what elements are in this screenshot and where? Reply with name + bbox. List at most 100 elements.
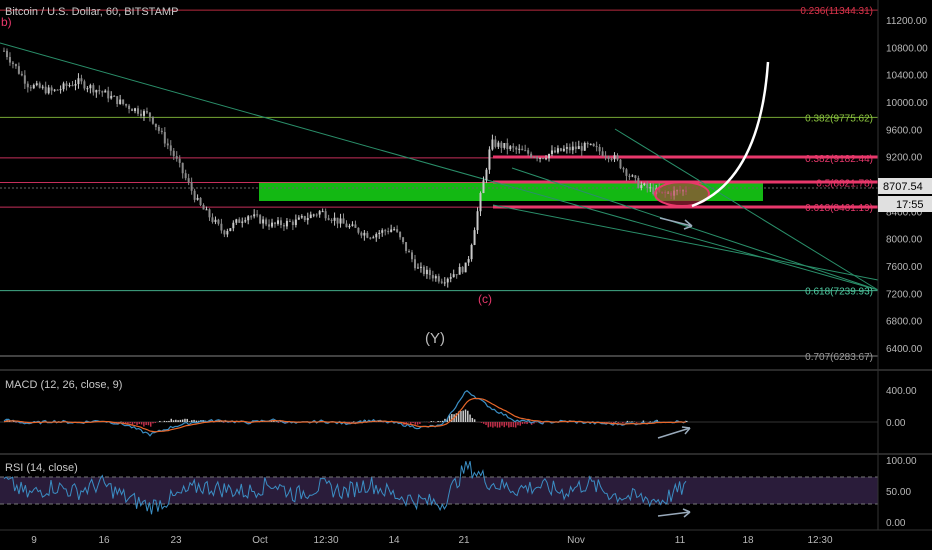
candle-body [86, 88, 89, 90]
macd-hist-bar [181, 419, 184, 422]
candle-body [17, 66, 20, 74]
candle-body [449, 277, 452, 279]
candle-body [23, 75, 26, 84]
candle-body [595, 146, 598, 148]
candle-body [312, 214, 315, 216]
candle-body [208, 209, 211, 218]
rsi-tick-100: 100.00 [886, 456, 917, 467]
macd-hist-bar [617, 422, 620, 423]
macd-hist-bar [492, 422, 494, 428]
candle-body [8, 57, 11, 63]
macd-hist-bar [464, 409, 467, 422]
macd-hist-bar [131, 422, 134, 425]
macd-hist-bar [615, 421, 617, 422]
candle-body [646, 183, 649, 189]
candle-body [467, 259, 470, 263]
candle-body [128, 105, 131, 110]
candle-body [616, 155, 619, 160]
candle-body [607, 156, 610, 159]
candle-body [131, 109, 134, 112]
candle-body [259, 215, 262, 224]
candle-body [220, 223, 223, 231]
candle-body [443, 282, 446, 284]
candle-body [589, 143, 592, 145]
candle-body [300, 216, 303, 218]
chart-canvas[interactable]: 11200.00 10800.00 10400.00 10000.00 9600.00 9… [0, 0, 932, 550]
time-tick-label: 21 [458, 535, 470, 546]
candle-body [247, 216, 250, 221]
candle-body [92, 85, 95, 93]
candle-body [354, 224, 357, 228]
price-tick-label: 6400.00 [886, 344, 923, 355]
candle-body [425, 269, 428, 275]
macd-hist-bar [437, 420, 439, 422]
macd-hist-bar [412, 422, 414, 424]
price-tick-label: 11200.00 [886, 16, 927, 27]
candle-body [422, 266, 425, 275]
time-tick-label: Nov [567, 535, 585, 546]
candle-body [253, 214, 256, 217]
candle-body [357, 227, 360, 233]
macd-hist-bar [610, 422, 613, 423]
candle-body [125, 103, 128, 106]
fib-label: 0.618(7239.93) [805, 287, 873, 298]
candle-body [77, 78, 80, 85]
candle-body [178, 158, 181, 163]
candle-body [32, 85, 35, 89]
candle-body [53, 89, 56, 91]
candle-body [652, 187, 655, 195]
candle-body [452, 274, 455, 278]
candle-body [41, 86, 44, 88]
candle-body [160, 130, 163, 133]
candle-body [238, 219, 241, 223]
macd-hist-bar [498, 422, 501, 428]
candle-body [262, 219, 265, 224]
candle-body [181, 162, 184, 174]
macd-hist-bar [482, 422, 485, 424]
macd-hist-bar [510, 422, 512, 428]
macd-hist-bar [129, 422, 131, 424]
macd-hist-bar [136, 422, 138, 425]
candle-body [470, 244, 473, 260]
candle-body [315, 214, 318, 216]
candle-body [276, 220, 279, 224]
price-tick-label: 7600.00 [886, 262, 923, 273]
candle-body [44, 86, 47, 94]
candle-body [211, 217, 214, 222]
wave-label-c: (c) [478, 292, 492, 306]
candle-body [476, 211, 479, 231]
candle-body [56, 89, 59, 91]
macd-tick-0: 0.00 [886, 418, 906, 429]
candle-body [151, 116, 154, 124]
candle-body [363, 232, 366, 236]
price-tick-label: 8000.00 [886, 235, 923, 246]
macd-hist-bar [134, 422, 136, 424]
candle-body [306, 218, 309, 221]
candle-body [241, 221, 244, 223]
candle-body [137, 108, 140, 114]
candle-body [89, 85, 92, 89]
macd-hist-bar [505, 422, 508, 426]
macd-hist-bar [195, 420, 198, 422]
candle-body [29, 87, 32, 89]
candle-body [116, 96, 119, 105]
candle-body [509, 146, 512, 150]
macd-hist-bar [163, 420, 166, 422]
candle-body [598, 146, 601, 152]
macd-hist-bar [649, 421, 652, 422]
candle-body [542, 157, 545, 159]
candle-body [38, 83, 41, 88]
candle-body [154, 123, 157, 127]
candle-body [297, 217, 300, 220]
macd-hist-bar [179, 419, 182, 422]
candle-body [527, 150, 530, 154]
macd-hist-bar [626, 420, 629, 422]
candle-body [372, 237, 375, 239]
candle-body [536, 157, 539, 159]
macd-hist-bar [170, 418, 173, 422]
candle-body [122, 99, 125, 104]
candle-body [175, 156, 178, 159]
candle-body [574, 146, 577, 150]
candle-body [601, 151, 604, 156]
candle-body [59, 89, 62, 91]
